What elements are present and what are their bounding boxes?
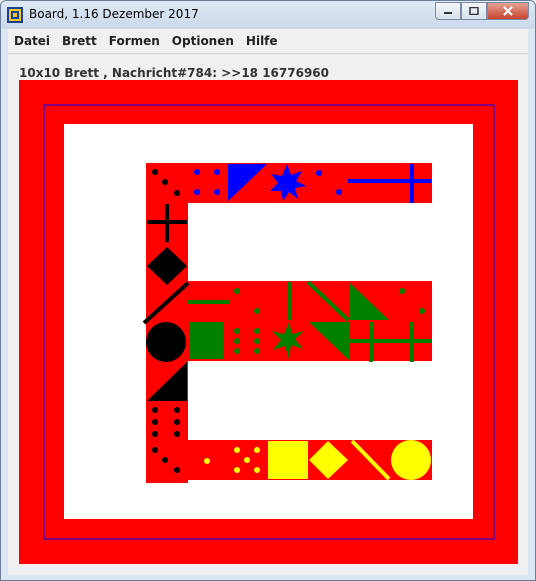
menu-formen[interactable]: Formen bbox=[103, 29, 166, 53]
black-circle bbox=[146, 322, 186, 362]
maximize-button[interactable] bbox=[461, 2, 487, 20]
menu-brett[interactable]: Brett bbox=[56, 29, 103, 53]
minimize-icon bbox=[444, 12, 452, 14]
green-dot-a bbox=[234, 288, 240, 294]
app-window: Board, 1.16 Dezember 2017 Datei Brett Fo… bbox=[0, 0, 536, 581]
client-area: Datei Brett Formen Optionen Hilfe 10x10 … bbox=[8, 29, 528, 575]
green-square bbox=[190, 322, 223, 359]
maximize-icon bbox=[469, 7, 479, 15]
green-dot-c bbox=[399, 288, 405, 294]
window-title: Board, 1.16 Dezember 2017 bbox=[29, 7, 199, 21]
yellow-square bbox=[268, 441, 308, 479]
menu-datei[interactable]: Datei bbox=[8, 29, 56, 53]
yellow-dot-a bbox=[204, 458, 210, 464]
menu-optionen[interactable]: Optionen bbox=[166, 29, 240, 53]
app-icon bbox=[7, 7, 23, 23]
yellow-circle bbox=[391, 440, 431, 480]
close-icon bbox=[503, 6, 513, 16]
blue-dot-b bbox=[336, 189, 342, 195]
blue-dot-a bbox=[316, 170, 322, 176]
menu-bar: Datei Brett Formen Optionen Hilfe bbox=[8, 29, 528, 54]
green-dot-d bbox=[419, 308, 425, 314]
menu-hilfe[interactable]: Hilfe bbox=[240, 29, 284, 53]
green-dot-b bbox=[254, 308, 260, 314]
title-bar[interactable]: Board, 1.16 Dezember 2017 bbox=[1, 1, 535, 29]
window-controls bbox=[435, 2, 529, 20]
minimize-button[interactable] bbox=[435, 2, 461, 20]
close-button[interactable] bbox=[487, 2, 529, 20]
status-message: 10x10 Brett , Nachricht#784: >>18 167769… bbox=[19, 66, 329, 80]
board-canvas[interactable] bbox=[19, 80, 518, 564]
